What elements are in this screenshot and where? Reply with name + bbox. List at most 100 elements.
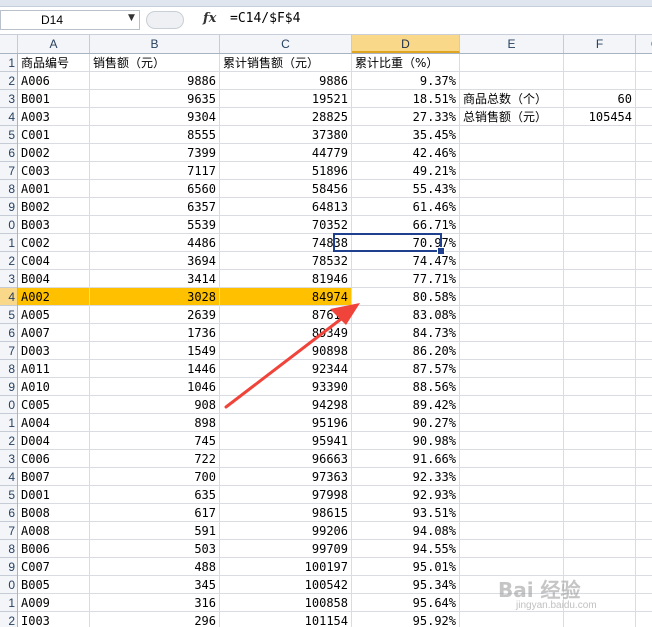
cell-empty[interactable] [460,306,564,324]
cell-product-id[interactable]: B008 [18,504,90,522]
cell-cumulative-sales[interactable]: 81946 [220,270,352,288]
cell-empty[interactable] [460,198,564,216]
cell-empty[interactable] [564,234,636,252]
cell-cumulative-share[interactable]: 83.08% [352,306,460,324]
cell-empty[interactable] [460,342,564,360]
cell-empty[interactable] [564,342,636,360]
cell-cumulative-sales[interactable]: 89349 [220,324,352,342]
cell-empty[interactable] [564,450,636,468]
select-all-corner[interactable] [0,35,18,53]
row-header[interactable]: 2 [0,252,17,270]
cell-cumulative-share[interactable]: 90.27% [352,414,460,432]
cell-sales[interactable]: 503 [90,540,220,558]
cell-sales[interactable]: 635 [90,486,220,504]
cell-cumulative-sales[interactable]: 100197 [220,558,352,576]
cell-empty[interactable] [564,126,636,144]
insert-function-icon[interactable]: fx [203,11,216,26]
cell-cumulative-sales[interactable]: 19521 [220,90,352,108]
cell-empty[interactable] [564,180,636,198]
cell-empty[interactable] [460,612,564,627]
cell-cumulative-share[interactable]: 95.34% [352,576,460,594]
row-header[interactable]: 1 [0,234,17,252]
summary-total-value[interactable]: 105454 [564,108,636,126]
row-header[interactable]: 7 [0,342,17,360]
cell-empty[interactable] [636,126,652,144]
row-header[interactable]: 8 [0,540,17,558]
summary-total-label[interactable]: 总销售额（元） [460,108,564,126]
chevron-down-icon[interactable]: ▼ [128,13,135,23]
cell-sales[interactable]: 488 [90,558,220,576]
row-header[interactable]: 8 [0,180,17,198]
cell-empty[interactable] [460,360,564,378]
cell-cumulative-share[interactable]: 55.43% [352,180,460,198]
cell-empty[interactable] [636,576,652,594]
cell-empty[interactable] [636,324,652,342]
cell-cumulative-share[interactable]: 49.21% [352,162,460,180]
cell-cumulative-share[interactable]: 90.98% [352,432,460,450]
cell-cumulative-share[interactable]: 27.33% [352,108,460,126]
cell-product-id[interactable]: A001 [18,180,90,198]
cell-product-id[interactable]: A006 [18,72,90,90]
cell-cumulative-sales[interactable]: 93390 [220,378,352,396]
cell-product-id[interactable]: D004 [18,432,90,450]
cell-cumulative-share[interactable]: 95.01% [352,558,460,576]
fill-handle[interactable] [437,247,445,255]
cell-product-id[interactable]: A002 [18,288,90,306]
cell-product-id[interactable]: B004 [18,270,90,288]
cell-cumulative-sales[interactable]: 78532 [220,252,352,270]
cell-cumulative-share[interactable]: 87.57% [352,360,460,378]
row-header[interactable]: 3 [0,450,17,468]
cell-sales[interactable]: 3414 [90,270,220,288]
cell-sales[interactable]: 2639 [90,306,220,324]
cell-empty[interactable] [636,540,652,558]
cell-empty[interactable] [636,396,652,414]
summary-count-value[interactable]: 60 [564,90,636,108]
cell-sales[interactable]: 316 [90,594,220,612]
cell-empty[interactable] [636,90,652,108]
cell-empty[interactable] [564,162,636,180]
row-header[interactable]: 8 [0,360,17,378]
cell-sales[interactable]: 6560 [90,180,220,198]
cell-cumulative-sales[interactable]: 28825 [220,108,352,126]
cell-empty[interactable] [636,414,652,432]
cell-cumulative-sales[interactable]: 44779 [220,144,352,162]
row-header[interactable]: 7 [0,162,17,180]
cell-cumulative-sales[interactable]: 100542 [220,576,352,594]
cell-empty[interactable] [564,306,636,324]
row-header[interactable]: 1 [0,54,17,72]
cell-empty[interactable] [460,486,564,504]
cell-empty[interactable] [564,252,636,270]
cell-sales[interactable]: 4486 [90,234,220,252]
cell-cumulative-share[interactable]: 94.55% [352,540,460,558]
cell-cumulative-share[interactable]: 88.56% [352,378,460,396]
cell-empty[interactable] [564,378,636,396]
cell-empty[interactable] [460,126,564,144]
cell-empty[interactable] [636,612,652,627]
cell-empty[interactable] [636,288,652,306]
row-header[interactable]: 1 [0,414,17,432]
cell-product-id[interactable]: A005 [18,306,90,324]
column-header-g[interactable]: G [636,35,652,53]
cell-sales[interactable]: 296 [90,612,220,627]
summary-count-label[interactable]: 商品总数（个） [460,90,564,108]
cell-empty[interactable] [564,324,636,342]
cell-empty[interactable] [564,360,636,378]
cell-empty[interactable] [564,144,636,162]
cell-empty[interactable] [636,270,652,288]
cell-cumulative-share[interactable]: 80.58% [352,288,460,306]
cell-cumulative-share[interactable]: 35.45% [352,126,460,144]
cell-empty[interactable] [564,522,636,540]
cell-empty[interactable] [460,468,564,486]
row-header[interactable]: 5 [0,306,17,324]
cell-sales[interactable]: 591 [90,522,220,540]
cell-empty[interactable] [636,72,652,90]
cell-product-id[interactable]: B002 [18,198,90,216]
cell-empty[interactable] [460,72,564,90]
cell-cumulative-sales[interactable]: 70352 [220,216,352,234]
cell-empty[interactable] [564,270,636,288]
cell-product-id[interactable]: A010 [18,378,90,396]
column-header-f[interactable]: F [564,35,636,53]
column-header-d[interactable]: D [352,35,460,53]
cell-product-id[interactable]: B006 [18,540,90,558]
cell-empty[interactable] [460,216,564,234]
